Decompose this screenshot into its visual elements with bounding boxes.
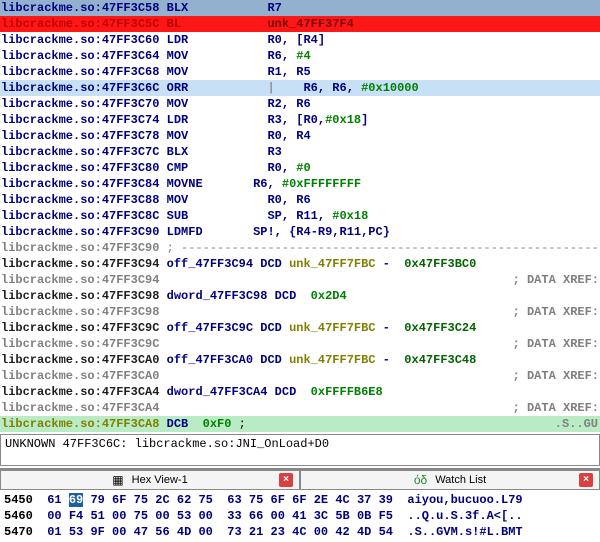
bottom-tabs: ▦ Hex View-1 × όδ Watch List × (0, 468, 600, 490)
hex-row[interactable]: 5460 00 F4 51 00 75 00 53 00 33 66 00 41… (4, 508, 596, 524)
disasm-line[interactable]: libcrackme.so:47FF3C90 ; ---------------… (0, 240, 600, 256)
disasm-line[interactable]: libcrackme.so:47FF3C90 LDMFD SP!, {R4-R9… (0, 224, 600, 240)
disasm-line[interactable]: libcrackme.so:47FF3CA4 dword_47FF3CA4 DC… (0, 384, 600, 400)
close-icon[interactable]: × (279, 473, 293, 487)
disasm-line[interactable]: libcrackme.so:47FF3CA4; DATA XREF: (0, 400, 600, 416)
disasm-line[interactable]: libcrackme.so:47FF3C9C; DATA XREF: (0, 336, 600, 352)
disasm-line[interactable]: libcrackme.so:47FF3CA0; DATA XREF: (0, 368, 600, 384)
disasm-line[interactable]: libcrackme.so:47FF3C8C SUB SP, R11, #0x1… (0, 208, 600, 224)
hex-icon: ▦ (112, 473, 123, 487)
disasm-line[interactable]: libcrackme.so:47FF3C98 dword_47FF3C98 DC… (0, 288, 600, 304)
watch-icon: όδ (414, 473, 427, 487)
disasm-line[interactable]: libcrackme.so:47FF3C94; DATA XREF: (0, 272, 600, 288)
tab-label: Watch List (435, 474, 486, 486)
hex-row[interactable]: 5470 01 53 9F 00 47 56 4D 00 73 21 23 4C… (4, 524, 596, 540)
disasm-line[interactable]: libcrackme.so:47FF3C98; DATA XREF: (0, 304, 600, 320)
disasm-line[interactable]: libcrackme.so:47FF3C60 LDR R0, [R4] (0, 32, 600, 48)
disasm-line[interactable]: libcrackme.so:47FF3C78 MOV R0, R4 (0, 128, 600, 144)
disasm-line[interactable]: libcrackme.so:47FF3C64 MOV R6, #4 (0, 48, 600, 64)
disasm-line[interactable]: libcrackme.so:47FF3C74 LDR R3, [R0,#0x18… (0, 112, 600, 128)
tab-watch-list[interactable]: όδ Watch List × (300, 470, 600, 490)
disassembly-view[interactable]: libcrackme.so:47FF3C58 BLX R7libcrackme.… (0, 0, 600, 432)
disasm-line[interactable]: libcrackme.so:47FF3C58 BLX R7 (0, 0, 600, 16)
tab-hex-view[interactable]: ▦ Hex View-1 × (0, 470, 300, 490)
disasm-line[interactable]: libcrackme.so:47FF3C70 MOV R2, R6 (0, 96, 600, 112)
disasm-line[interactable]: libcrackme.so:47FF3C88 MOV R0, R6 (0, 192, 600, 208)
disasm-line[interactable]: libcrackme.so:47FF3C9C off_47FF3C9C DCD … (0, 320, 600, 336)
disasm-line[interactable]: libcrackme.so:47FF3C84 MOVNE R6, #0xFFFF… (0, 176, 600, 192)
close-icon[interactable]: × (579, 473, 593, 487)
disasm-line[interactable]: libcrackme.so:47FF3C5C BL unk_47FF37F4 (0, 16, 600, 32)
hex-view[interactable]: 5450 61 69 79 6F 75 2C 62 75 63 75 6F 6F… (0, 490, 600, 542)
hex-row[interactable]: 5450 61 69 79 6F 75 2C 62 75 63 75 6F 6F… (4, 492, 596, 508)
tab-label: Hex View-1 (132, 474, 188, 486)
disasm-line[interactable]: libcrackme.so:47FF3CA0 off_47FF3CA0 DCD … (0, 352, 600, 368)
disasm-line[interactable]: libcrackme.so:47FF3C7C BLX R3 (0, 144, 600, 160)
disasm-line[interactable]: libcrackme.so:47FF3C6C ORR | R6, R6, #0x… (0, 80, 600, 96)
disasm-line[interactable]: libcrackme.so:47FF3C80 CMP R0, #0 (0, 160, 600, 176)
status-bar: UNKNOWN 47FF3C6C: libcrackme.so:JNI_OnLo… (0, 434, 600, 466)
disasm-line[interactable]: libcrackme.so:47FF3C94 off_47FF3C94 DCD … (0, 256, 600, 272)
disasm-line[interactable]: libcrackme.so:47FF3C68 MOV R1, R5 (0, 64, 600, 80)
disasm-line[interactable]: libcrackme.so:47FF3CA8 DCB 0xF0 ; .S..GU (0, 416, 600, 432)
